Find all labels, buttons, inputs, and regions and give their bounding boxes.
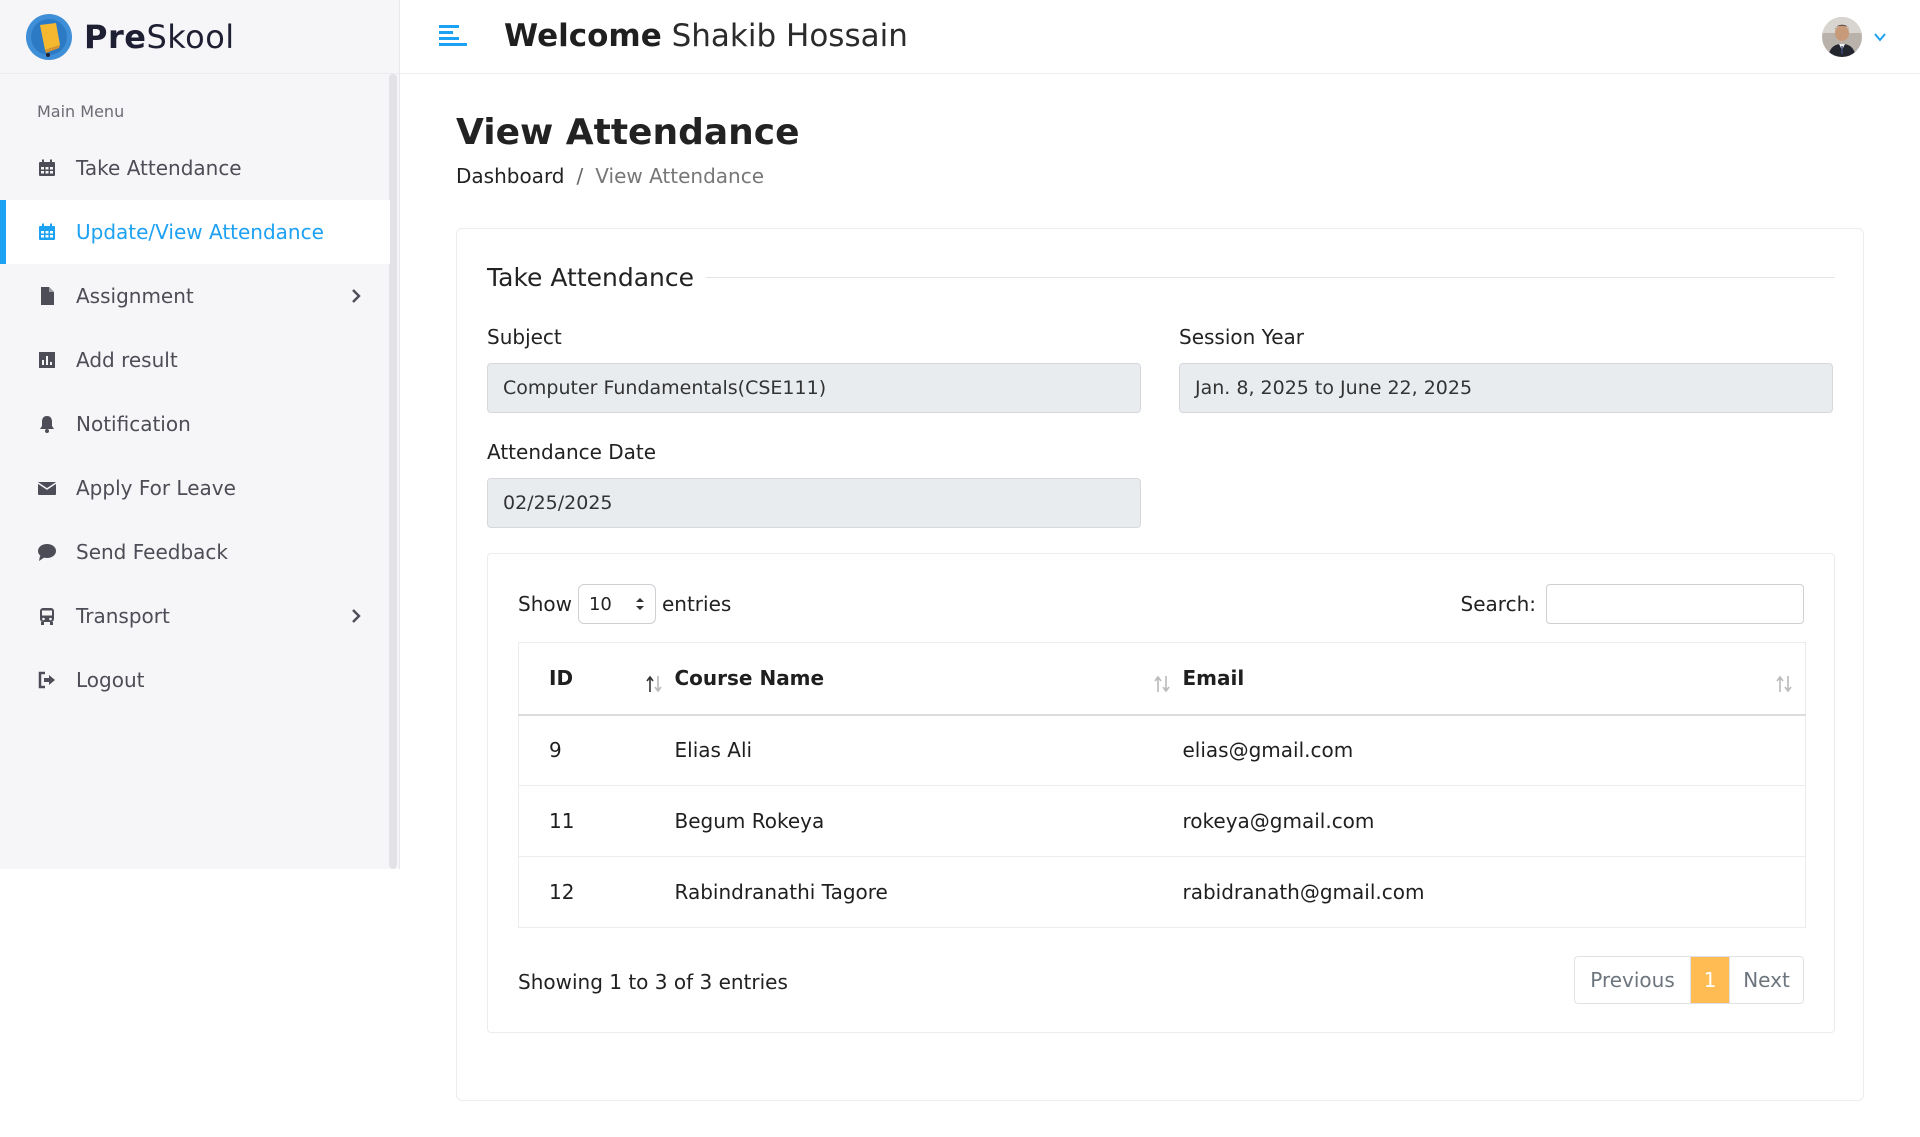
app-root: PreSkool Main Menu Take Attendance Updat…: [0, 0, 1920, 1137]
section-title: Take Attendance: [487, 263, 1835, 292]
section-divider: [706, 277, 1835, 278]
chevron-down-icon: [1874, 33, 1886, 42]
sidebar-item-label: Apply For Leave: [76, 476, 236, 500]
page-title: View Attendance: [456, 112, 800, 153]
file-icon: [36, 285, 58, 307]
pagination-previous-button[interactable]: Previous: [1575, 957, 1691, 1003]
table-row: 11 Begum Rokeya rokeya@gmail.com: [518, 785, 1806, 857]
breadcrumb-current: View Attendance: [595, 164, 765, 188]
cell-course-name: Elias Ali: [674, 714, 1183, 786]
sidebar-item-add-result[interactable]: Add result: [0, 328, 399, 392]
column-header-label: ID: [549, 666, 574, 691]
avatar: [1822, 17, 1862, 57]
sidebar-item-send-feedback[interactable]: Send Feedback: [0, 520, 399, 584]
subject-field[interactable]: Computer Fundamentals(CSE111): [487, 363, 1141, 413]
table-header-row: ID Course Name Email: [518, 642, 1806, 716]
menu-toggle-icon[interactable]: [437, 21, 469, 53]
sidebar-item-label: Notification: [76, 412, 191, 436]
sidebar-menu: Take Attendance Update/View Attendance A…: [0, 136, 399, 712]
sidebar-item-label: Update/View Attendance: [76, 220, 324, 244]
logo-text: PreSkool: [84, 17, 235, 56]
session-year-label: Session Year: [1179, 325, 1305, 349]
calendar-icon: [36, 221, 58, 243]
comment-icon: [36, 541, 58, 563]
cell-email: rokeya@gmail.com: [1182, 785, 1806, 857]
sidebar-item-label: Take Attendance: [76, 156, 242, 180]
subject-label: Subject: [487, 325, 562, 349]
attendance-card: Take Attendance Subject Computer Fundame…: [456, 228, 1864, 1101]
sort-icon: [1776, 675, 1792, 693]
cell-email: elias@gmail.com: [1182, 714, 1806, 786]
entries-label: entries: [661, 592, 732, 616]
sidebar-item-take-attendance[interactable]: Take Attendance: [0, 136, 399, 200]
menu-title: Main Menu: [37, 102, 125, 121]
column-header-label: Email: [1182, 666, 1245, 691]
sort-icon: [1153, 675, 1170, 693]
datatable-wrapper: Show 10 entries Search: ID Course Name E…: [487, 553, 1835, 1033]
cell-email: rabidranath@gmail.com: [1182, 856, 1806, 928]
page-length-select[interactable]: 10: [577, 584, 656, 624]
sign-out-icon: [36, 669, 58, 691]
breadcrumb: Dashboard / View Attendance: [456, 164, 764, 188]
pagination-next-button[interactable]: Next: [1729, 957, 1803, 1003]
sidebar-item-apply-for-leave[interactable]: Apply For Leave: [0, 456, 399, 520]
pagination: Previous 1 Next: [1574, 956, 1804, 1004]
bell-icon: [36, 413, 58, 435]
logo-icon: [26, 13, 72, 60]
section-title-text: Take Attendance: [487, 263, 695, 292]
chart-icon: [36, 349, 58, 371]
user-menu[interactable]: [1822, 17, 1888, 57]
cell-course-name: Begum Rokeya: [674, 785, 1183, 857]
column-header-label: Course Name: [674, 666, 825, 691]
top-header: Welcome Shakib Hossain: [400, 0, 1920, 74]
sidebar-item-label: Logout: [76, 668, 145, 692]
sidebar-item-label: Add result: [76, 348, 178, 372]
cell-id: 11: [518, 785, 675, 857]
sidebar-item-notification[interactable]: Notification: [0, 392, 399, 456]
students-table: ID Course Name Email 9 Elias Ali elias@g…: [518, 642, 1806, 928]
column-header-course-name[interactable]: Course Name: [674, 642, 1183, 716]
select-arrows-icon: [635, 598, 644, 610]
column-header-email[interactable]: Email: [1182, 642, 1806, 716]
sidebar: PreSkool Main Menu Take Attendance Updat…: [0, 0, 400, 869]
sidebar-item-label: Transport: [76, 604, 170, 628]
column-header-id[interactable]: ID: [518, 642, 675, 716]
sidebar-item-logout[interactable]: Logout: [0, 648, 399, 712]
chevron-right-icon: [352, 609, 361, 623]
session-year-field[interactable]: Jan. 8, 2025 to June 22, 2025: [1179, 363, 1833, 413]
breadcrumb-dashboard-link[interactable]: Dashboard: [456, 164, 565, 188]
sidebar-item-label: Assignment: [76, 284, 194, 308]
table-info: Showing 1 to 3 of 3 entries: [518, 970, 788, 994]
attendance-date-field[interactable]: 02/25/2025: [487, 478, 1141, 528]
cell-course-name: Rabindranathi Tagore: [674, 856, 1183, 928]
sidebar-item-label: Send Feedback: [76, 540, 228, 564]
welcome-label: Welcome: [504, 18, 662, 54]
sort-ascending-icon: [645, 675, 662, 693]
attendance-date-label: Attendance Date: [487, 440, 657, 464]
breadcrumb-separator: /: [576, 164, 584, 188]
welcome-message: Welcome Shakib Hossain: [504, 18, 908, 54]
sidebar-item-assignment[interactable]: Assignment: [0, 264, 399, 328]
cell-id: 9: [518, 714, 675, 786]
search-input[interactable]: [1546, 584, 1804, 624]
table-search: Search:: [1461, 584, 1804, 624]
show-label: Show: [518, 592, 572, 616]
sidebar-item-transport[interactable]: Transport: [0, 584, 399, 648]
cell-id: 12: [518, 856, 675, 928]
sidebar-item-update-view-attendance[interactable]: Update/View Attendance: [0, 200, 390, 264]
logo[interactable]: PreSkool: [0, 0, 399, 74]
chevron-right-icon: [352, 289, 361, 303]
bus-icon: [36, 605, 58, 627]
page-length-control: Show 10 entries: [518, 584, 731, 624]
page-length-value: 10: [588, 593, 612, 615]
pagination-page-1-button[interactable]: 1: [1691, 957, 1729, 1003]
table-row: 9 Elias Ali elias@gmail.com: [518, 714, 1806, 786]
table-row: 12 Rabindranathi Tagore rabidranath@gmai…: [518, 856, 1806, 928]
calendar-icon: [36, 157, 58, 179]
envelope-icon: [36, 477, 58, 499]
user-name: Shakib Hossain: [671, 18, 908, 54]
search-label: Search:: [1460, 592, 1536, 616]
